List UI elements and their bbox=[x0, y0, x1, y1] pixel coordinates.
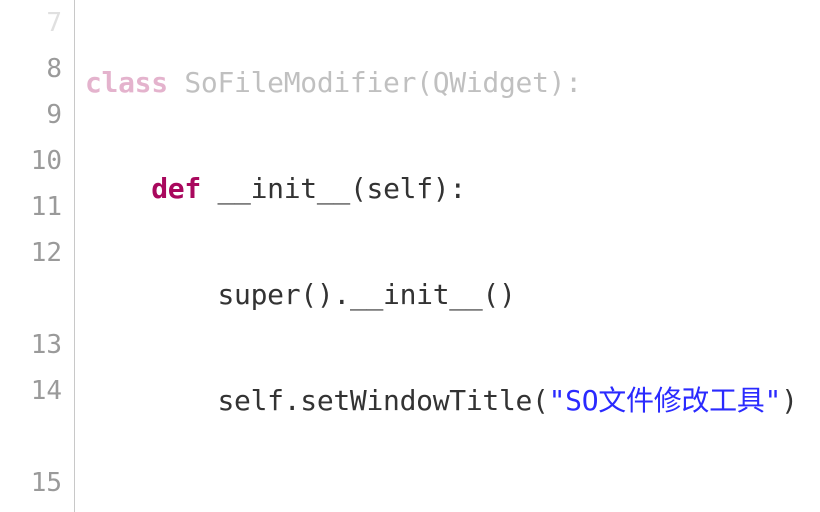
base-class: QWidget bbox=[433, 66, 549, 99]
paren: ( bbox=[350, 172, 367, 205]
line-number: 14 bbox=[0, 368, 62, 414]
code-line-blank bbox=[85, 484, 820, 512]
line-number: 7 bbox=[0, 0, 62, 46]
paren: ) bbox=[781, 384, 798, 417]
line-number: 11 bbox=[0, 184, 62, 230]
class-name: SoFileModifier bbox=[184, 66, 416, 99]
line-number: 15 bbox=[0, 460, 62, 506]
code-line: def __init__(self): bbox=[85, 166, 820, 212]
line-number: 13 bbox=[0, 322, 62, 368]
paren: ) bbox=[433, 172, 450, 205]
parens: () bbox=[482, 278, 515, 311]
dunder: __init__ bbox=[350, 278, 482, 311]
code-line: super().__init__() bbox=[85, 272, 820, 318]
code-text: self.setWindowTitle( bbox=[217, 384, 548, 417]
line-number-wrap bbox=[0, 414, 62, 460]
line-number: 8 bbox=[0, 46, 62, 92]
colon: : bbox=[565, 66, 582, 99]
code-text: super(). bbox=[217, 278, 349, 311]
method-name: __init__ bbox=[217, 172, 349, 205]
keyword-class: class bbox=[85, 66, 168, 99]
line-number: 9 bbox=[0, 92, 62, 138]
line-number: 12 bbox=[0, 230, 62, 276]
line-number: 10 bbox=[0, 138, 62, 184]
paren: ) bbox=[549, 66, 566, 99]
string-literal: "SO文件修改工具" bbox=[549, 384, 781, 417]
code-area[interactable]: class SoFileModifier(QWidget): def __ini… bbox=[75, 0, 820, 512]
paren: ( bbox=[416, 66, 433, 99]
line-number-gutter: 7 8 9 10 11 12 13 14 15 bbox=[0, 0, 75, 512]
code-line: self.setWindowTitle("SO文件修改工具") bbox=[85, 378, 820, 424]
keyword-def: def bbox=[151, 172, 201, 205]
code-editor: 7 8 9 10 11 12 13 14 15 class SoFileModi… bbox=[0, 0, 820, 512]
line-number-wrap bbox=[0, 276, 62, 322]
colon: : bbox=[449, 172, 466, 205]
code-line: class SoFileModifier(QWidget): bbox=[85, 60, 820, 106]
param: self bbox=[367, 172, 433, 205]
